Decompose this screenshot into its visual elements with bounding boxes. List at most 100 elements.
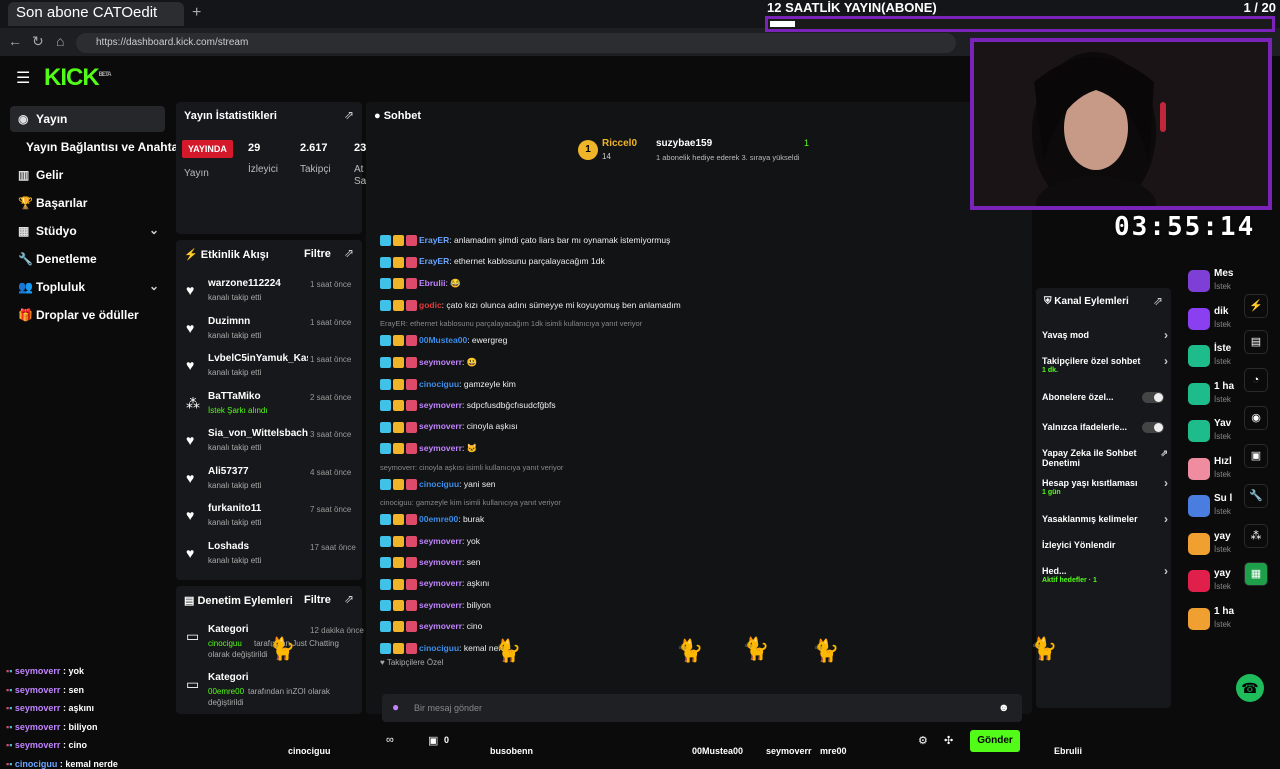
app-icon[interactable]: ▦: [1244, 562, 1268, 586]
reload-icon[interactable]: ↻: [32, 33, 44, 50]
chat-bubble-icon[interactable]: ◔: [1244, 368, 1268, 392]
sidebar-item-yayin[interactable]: ◉ Yayın: [10, 106, 165, 132]
chat-username[interactable]: Ebrulii: [419, 278, 445, 288]
chat-username[interactable]: cinociguu: [419, 379, 459, 389]
bolt-icon[interactable]: ⚡: [1244, 294, 1268, 318]
chat-username[interactable]: cinociguu: [419, 643, 459, 653]
goal-item[interactable]: 1 ha İstek: [1188, 604, 1246, 638]
activity-user[interactable]: BaTTaMiko: [208, 391, 308, 402]
goal-sub: İstek: [1214, 582, 1231, 591]
sidebar-item-topluluk[interactable]: 👥 Topluluk ⌄: [10, 274, 165, 300]
badge-icon: [380, 642, 391, 654]
goal-item[interactable]: yay İstek: [1188, 529, 1246, 563]
chat-username[interactable]: 00emre00: [419, 514, 458, 524]
activity-user[interactable]: furkanito11: [208, 503, 308, 514]
goal-item[interactable]: Yav İstek: [1188, 416, 1246, 450]
new-tab-button[interactable]: +: [192, 4, 201, 22]
wrench-icon[interactable]: 🔧: [1244, 484, 1268, 508]
printer-icon[interactable]: ▣: [1244, 444, 1268, 468]
goal-item[interactable]: Mes İstek: [1188, 266, 1246, 300]
activity-user[interactable]: Sia_von_Wittelsbach: [208, 428, 308, 439]
goal-item[interactable]: Su l İstek: [1188, 491, 1246, 525]
channel-action-item[interactable]: İzleyici Yönlendir: [1042, 540, 1168, 550]
goal-item[interactable]: dik İstek: [1188, 304, 1246, 338]
filter-button[interactable]: Filtre: [304, 594, 331, 606]
heart-icon: ♥: [186, 469, 195, 486]
chat-username[interactable]: ErayER: [419, 235, 449, 245]
broadcast-icon: ◉: [18, 112, 29, 126]
activity-user[interactable]: Duzimnn: [208, 316, 308, 327]
popout-icon[interactable]: ⇗: [344, 592, 354, 606]
activity-user[interactable]: Loshads: [208, 541, 308, 552]
kick-logo[interactable]: KICKBETA: [44, 64, 112, 92]
chat-username[interactable]: seymoverr: [419, 400, 462, 410]
pinned-user2[interactable]: suzybae159: [656, 138, 712, 149]
badge-icon: [406, 421, 417, 433]
badge-icon: [380, 300, 391, 312]
menu-icon[interactable]: ☰: [16, 68, 30, 88]
sidebar-item-stream-key[interactable]: Yayın Bağlantısı ve Anahtarı: [18, 134, 186, 160]
chat-username[interactable]: seymoverr: [419, 357, 462, 367]
goal-sub: İstek: [1214, 469, 1231, 479]
action-label: Takipçilere özel sohbet: [1042, 356, 1141, 366]
chat-username[interactable]: seymoverr: [419, 536, 462, 546]
popout-icon[interactable]: ⇗: [344, 246, 354, 260]
goal-item[interactable]: Hızl İstek: [1188, 454, 1246, 488]
chat-username[interactable]: seymoverr: [419, 578, 462, 588]
chat-username[interactable]: seymoverr: [419, 621, 462, 631]
goal-item[interactable]: yay İstek: [1188, 566, 1246, 600]
popout-icon[interactable]: ⇗: [344, 108, 354, 122]
activity-user[interactable]: Ali57377: [208, 466, 308, 477]
sidebar-item-gelir[interactable]: ▥ Gelir: [10, 162, 165, 188]
mod-time: 12 dakika önce: [310, 626, 364, 635]
goal-icon: [1188, 607, 1210, 630]
channel-action-item[interactable]: Hesap yaşı kısıtlaması 1 gün ›: [1042, 477, 1168, 498]
channel-action-item[interactable]: Yapay Zeka ile Sohbet Denetimi ⇗: [1042, 448, 1168, 468]
toggle-switch[interactable]: [1142, 392, 1164, 403]
chat-username[interactable]: cinociguu: [419, 479, 459, 489]
activity-user[interactable]: LvbelC5inYamuk_Kasi: [208, 353, 308, 364]
channel-action-item[interactable]: Abonelere özel...: [1042, 392, 1168, 403]
toggle-switch[interactable]: [1142, 422, 1164, 433]
sidebar-item-droplar[interactable]: 🎁 Droplar ve ödüller: [10, 302, 165, 328]
chat-username[interactable]: seymoverr: [419, 421, 462, 431]
popout-icon[interactable]: ⇗: [1153, 294, 1163, 308]
goal-item[interactable]: 1 ha İstek: [1188, 379, 1246, 413]
chat-input[interactable]: Bir mesaj gönder: [382, 694, 1022, 722]
chat-username[interactable]: 00Mustea00: [419, 335, 467, 345]
nodes-icon[interactable]: ⁂: [1244, 524, 1268, 548]
channel-action-item[interactable]: Hed... Aktif hedefler · 1 ›: [1042, 565, 1168, 586]
support-icon[interactable]: ☎: [1236, 674, 1264, 702]
badge-icon: [393, 400, 404, 412]
channel-action-item[interactable]: Yalnızca ifadelerle...: [1042, 422, 1168, 433]
browser-tab[interactable]: Son abone CATOedit: [8, 2, 184, 26]
chat-username[interactable]: seymoverr: [419, 443, 462, 453]
sidebar-item-basarilar[interactable]: 🏆 Başarılar: [10, 190, 165, 216]
back-icon[interactable]: ←: [8, 33, 22, 49]
goal-item[interactable]: İste İstek: [1188, 341, 1246, 375]
mod-title: Kategori: [208, 624, 249, 635]
pinned-user1[interactable]: Riccel0: [602, 138, 637, 149]
address-bar[interactable]: https://dashboard.kick.com/stream: [76, 33, 956, 53]
badge-icon: [393, 278, 404, 290]
note-icon[interactable]: ▤: [1244, 330, 1268, 354]
channel-action-item[interactable]: Takipçilere özel sohbet 1 dk. ›: [1042, 355, 1168, 376]
sidebar-item-studyo[interactable]: ▦ Stüdyo ⌄: [10, 218, 165, 244]
chat-username[interactable]: ErayER: [419, 256, 449, 266]
mic-icon[interactable]: ●: [392, 700, 399, 714]
nodes-icon: ⁂: [186, 394, 200, 411]
home-icon[interactable]: ⌂: [56, 33, 64, 49]
channel-action-item[interactable]: Yavaş mod ›: [1042, 329, 1168, 341]
channel-action-item[interactable]: Yasaklanmış kelimeler ›: [1042, 513, 1168, 525]
chat-message: seymoverr: biliyon: [380, 597, 491, 613]
activity-user[interactable]: warzone112224: [208, 278, 308, 289]
chat-username[interactable]: seymoverr: [419, 600, 462, 610]
filter-button[interactable]: Filtre: [304, 248, 331, 260]
goal-title: Mes: [1214, 268, 1234, 279]
sidebar-item-denetleme[interactable]: 🔧 Denetleme: [10, 246, 165, 272]
emoji-icon[interactable]: ☻: [998, 702, 1010, 714]
chat-username[interactable]: seymoverr: [419, 557, 462, 567]
broadcast-icon[interactable]: ◉: [1244, 406, 1268, 430]
goal-sub: İstek: [1214, 507, 1231, 516]
chat-username[interactable]: godic: [419, 300, 442, 310]
